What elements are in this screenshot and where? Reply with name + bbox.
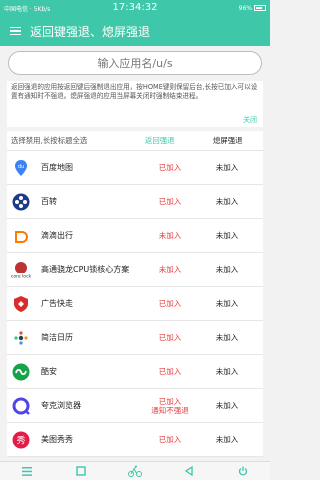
quark-icon — [11, 396, 31, 416]
table-row[interactable]: 简洁日历 已加入 未加入 — [7, 321, 263, 355]
baidu-map-icon: du — [11, 158, 31, 178]
info-box: 返回强退的应用按返回键后强制退出应用，按HOME键则保留后台,长按已加入可以设置… — [7, 81, 263, 127]
close-link[interactable]: 关闭 — [243, 116, 257, 125]
info-text: 返回强退的应用按返回键后强制退出应用，按HOME键则保留后台,长按已加入可以设置… — [11, 83, 258, 101]
table-row[interactable]: du 百度地图 已加入 未加入 — [7, 151, 263, 185]
table-row[interactable]: core lock 高通骁龙CPU锁核心方案 未加入 未加入 — [7, 253, 263, 287]
back-force-quit-status[interactable]: 已加入 — [145, 163, 195, 172]
table-row[interactable]: 百转 已加入 未加入 — [7, 185, 263, 219]
screen-off-force-quit-status[interactable]: 未加入 — [207, 332, 247, 343]
core-lock-icon: core lock — [11, 260, 31, 280]
screen-off-force-quit-status[interactable]: 未加入 — [207, 434, 247, 445]
nav-cycling-icon[interactable] — [125, 463, 145, 479]
nav-menu-icon[interactable] — [17, 463, 37, 479]
nav-back-icon[interactable] — [179, 463, 199, 479]
back-force-quit-status[interactable]: 已加入 通知不强退 — [145, 397, 195, 415]
back-force-quit-status[interactable]: 已加入 — [145, 367, 195, 376]
app-name: 广告快走 — [41, 298, 73, 308]
app-name: 滴滴出行 — [41, 230, 73, 240]
app-name: 酷安 — [41, 366, 57, 376]
app-rows: du 百度地图 已加入 未加入 百转 已加入 未加入 滴滴出行 未加入 未加入 … — [7, 151, 263, 457]
clock: 17:34:32 — [112, 2, 158, 13]
nav-square-icon[interactable] — [71, 463, 91, 479]
list-header: 选择禁用,长按标题全选 返回强退 熄屏强退 — [7, 131, 263, 151]
app-name: 夸克浏览器 — [41, 400, 81, 410]
film-reel-icon — [11, 192, 31, 212]
calendar-icon — [11, 328, 31, 348]
shield-icon — [11, 294, 31, 314]
coolapk-icon — [11, 362, 31, 382]
page-title: 返回键强退、熄屏强退 — [30, 24, 151, 39]
app-list: 选择禁用,长按标题全选 返回强退 熄屏强退 du 百度地图 已加入 未加入 百转… — [7, 131, 263, 457]
table-row[interactable]: 酷安 已加入 未加入 — [7, 355, 263, 389]
back-force-quit-status[interactable]: 已加入 — [145, 333, 195, 342]
table-row[interactable]: 夸克浏览器 已加入 通知不强退 未加入 — [7, 389, 263, 423]
svg-text:du: du — [18, 164, 24, 170]
back-force-quit-status[interactable]: 已加入 — [145, 197, 195, 206]
screen-off-force-quit-status[interactable]: 未加入 — [207, 196, 247, 207]
column-screen-off-force-quit[interactable]: 熄屏强退 — [213, 135, 243, 146]
svg-text:core lock: core lock — [11, 274, 31, 280]
table-row[interactable]: 广告快走 已加入 未加入 — [7, 287, 263, 321]
hamburger-menu-icon[interactable] — [0, 16, 30, 46]
status-bar: 中国电信 · 5Kb/s 17:34:32 96% — [0, 0, 270, 16]
list-header-title[interactable]: 选择禁用,长按标题全选 — [11, 135, 87, 146]
meitu-icon: 秀 — [11, 430, 31, 450]
back-force-quit-status[interactable]: 已加入 — [145, 299, 195, 308]
app-name: 简洁日历 — [41, 332, 73, 342]
table-row[interactable]: 秀 美图秀秀 已加入 未加入 — [7, 423, 263, 457]
app-name: 美图秀秀 — [41, 434, 73, 444]
bottom-nav-bar — [0, 461, 270, 480]
svg-text:秀: 秀 — [16, 435, 25, 447]
battery-icon — [254, 5, 266, 11]
back-force-quit-status[interactable]: 未加入 — [145, 231, 195, 240]
back-force-quit-status[interactable]: 未加入 — [145, 265, 195, 274]
screen-off-force-quit-status[interactable]: 未加入 — [207, 400, 247, 411]
column-back-force-quit[interactable]: 返回强退 — [145, 135, 175, 146]
screen-off-force-quit-status[interactable]: 未加入 — [207, 366, 247, 377]
screen-off-force-quit-status[interactable]: 未加入 — [207, 264, 247, 275]
back-force-quit-status[interactable]: 已加入 — [145, 435, 195, 444]
nav-power-icon[interactable] — [233, 463, 253, 479]
app-name: 百度地图 — [41, 162, 73, 172]
search-input[interactable] — [25, 56, 245, 70]
screen-off-force-quit-status[interactable]: 未加入 — [207, 298, 247, 309]
screen-off-force-quit-status[interactable]: 未加入 — [207, 162, 247, 173]
app-name: 高通骁龙CPU锁核心方案 — [41, 264, 130, 274]
search-box[interactable] — [8, 51, 262, 75]
didi-icon — [11, 226, 31, 246]
app-bar: 返回键强退、熄屏强退 — [0, 16, 270, 46]
table-row[interactable]: 滴滴出行 未加入 未加入 — [7, 219, 263, 253]
app-name: 百转 — [41, 196, 57, 206]
screen-off-force-quit-status[interactable]: 未加入 — [207, 230, 247, 241]
